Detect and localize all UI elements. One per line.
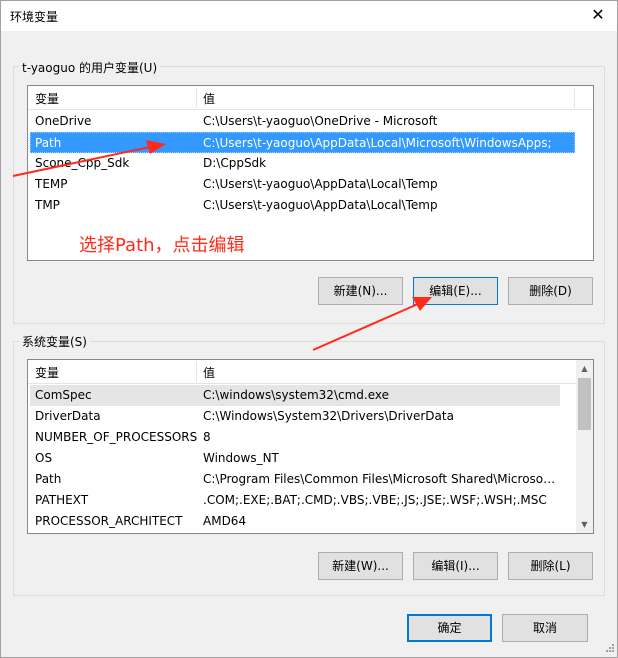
row-name: DriverData xyxy=(35,409,101,423)
system-edit-button[interactable]: 编辑(I)... xyxy=(413,552,498,580)
column-header-variable[interactable]: 变量 xyxy=(35,90,59,107)
scroll-down-icon[interactable]: ▼ xyxy=(576,516,593,533)
row-name: PATHEXT xyxy=(35,493,89,507)
cancel-button[interactable]: 取消 xyxy=(502,614,588,642)
system-variables-list[interactable]: 变量 值 ComSpec C:\windows\system32\cmd.exe… xyxy=(27,359,594,534)
scroll-up-icon[interactable]: ▲ xyxy=(576,360,593,377)
title-bar: 环境变量 ✕ xyxy=(1,1,617,31)
row-value: 8 xyxy=(203,430,211,444)
row-name: Path xyxy=(35,472,62,486)
system-list-scrollbar[interactable]: ▲ ▼ xyxy=(576,360,593,533)
user-var-row-temp[interactable]: TEMP C:\Users\t-yaoguo\AppData\Local\Tem… xyxy=(30,174,575,195)
environment-variables-dialog: 环境变量 ✕ t-yaoguo 的用户变量(U) 变量 值 OneDrive C… xyxy=(0,0,618,658)
row-value: C:\Program Files\Common Files\Microsoft … xyxy=(203,472,558,486)
system-var-row-processor-architecture[interactable]: PROCESSOR_ARCHITECT AMD64 xyxy=(30,511,560,532)
user-var-row-onedrive[interactable]: OneDrive C:\Users\t-yaoguo\OneDrive - Mi… xyxy=(30,111,575,132)
window-title: 环境变量 xyxy=(10,10,59,24)
user-variables-group-label: t-yaoguo 的用户变量(U) xyxy=(19,59,161,76)
system-list-header: 变量 值 xyxy=(28,360,593,384)
user-delete-button[interactable]: 删除(D) xyxy=(508,277,593,305)
row-name: OneDrive xyxy=(35,114,92,128)
row-name: TEMP xyxy=(35,177,68,191)
column-divider[interactable] xyxy=(196,88,197,108)
column-divider[interactable] xyxy=(574,88,575,108)
row-value: C:\Users\t-yaoguo\OneDrive - Microsoft xyxy=(203,114,438,128)
ok-button[interactable]: 确定 xyxy=(407,614,492,642)
row-name: PROCESSOR_ARCHITECT xyxy=(35,514,183,528)
row-value: C:\Users\t-yaoguo\AppData\Local\Temp xyxy=(203,177,438,191)
user-var-row-path[interactable]: Path C:\Users\t-yaoguo\AppData\Local\Mic… xyxy=(30,132,575,153)
user-var-row-scone-cpp-sdk[interactable]: Scone_Cpp_Sdk D:\CppSdk xyxy=(30,153,575,174)
scrollbar-thumb[interactable] xyxy=(578,378,591,430)
user-list-header: 变量 值 xyxy=(28,86,593,110)
row-value: AMD64 xyxy=(203,514,247,528)
row-name: ComSpec xyxy=(35,388,92,402)
row-value: C:\Users\t-yaoguo\AppData\Local\Temp xyxy=(203,198,438,212)
instruction-annotation: 选择Path，点击编辑 xyxy=(79,235,245,256)
row-value: C:\Windows\System32\Drivers\DriverData xyxy=(203,409,454,423)
system-var-row-os[interactable]: OS Windows_NT xyxy=(30,448,560,469)
column-header-variable[interactable]: 变量 xyxy=(35,364,59,381)
column-header-value[interactable]: 值 xyxy=(203,90,215,107)
system-delete-button[interactable]: 删除(L) xyxy=(508,552,593,580)
system-var-row-driverdata[interactable]: DriverData C:\Windows\System32\Drivers\D… xyxy=(30,406,560,427)
user-new-button[interactable]: 新建(N)... xyxy=(318,277,403,305)
column-divider[interactable] xyxy=(196,362,197,382)
row-value: D:\CppSdk xyxy=(203,156,267,170)
system-var-row-number-of-processors[interactable]: NUMBER_OF_PROCESSORS 8 xyxy=(30,427,560,448)
row-value: Windows_NT xyxy=(203,451,279,465)
resize-grip-icon[interactable] xyxy=(603,643,615,655)
user-var-row-tmp[interactable]: TMP C:\Users\t-yaoguo\AppData\Local\Temp xyxy=(30,195,575,216)
row-name: TMP xyxy=(35,198,60,212)
row-value: C:\Users\t-yaoguo\AppData\Local\Microsof… xyxy=(203,136,552,150)
row-value: C:\windows\system32\cmd.exe xyxy=(203,388,389,402)
row-value: .COM;.EXE;.BAT;.CMD;.VBS;.VBE;.JS;.JSE;.… xyxy=(203,493,547,507)
row-name: NUMBER_OF_PROCESSORS xyxy=(35,430,198,444)
row-name: OS xyxy=(35,451,53,465)
user-edit-button[interactable]: 编辑(E)... xyxy=(413,277,498,305)
close-icon[interactable]: ✕ xyxy=(587,4,609,26)
system-var-row-comspec[interactable]: ComSpec C:\windows\system32\cmd.exe xyxy=(30,385,560,406)
system-new-button[interactable]: 新建(W)... xyxy=(318,552,403,580)
system-variables-group-label: 系统变量(S) xyxy=(19,333,90,350)
row-name: Path xyxy=(35,136,62,150)
row-name: Scone_Cpp_Sdk xyxy=(35,156,130,170)
system-var-row-pathext[interactable]: PATHEXT .COM;.EXE;.BAT;.CMD;.VBS;.VBE;.J… xyxy=(30,490,560,511)
column-header-value[interactable]: 值 xyxy=(203,364,215,381)
system-var-row-path[interactable]: Path C:\Program Files\Common Files\Micro… xyxy=(30,469,560,490)
